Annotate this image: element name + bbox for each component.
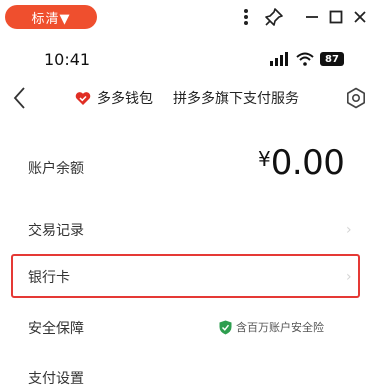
pin-icon[interactable] — [262, 6, 286, 28]
balance-amount: ¥ 0.00 — [258, 143, 345, 183]
wifi-icon — [296, 52, 314, 66]
minimize-icon[interactable] — [302, 6, 322, 28]
selection-highlight — [11, 254, 360, 298]
close-icon[interactable] — [350, 6, 370, 28]
payment-settings-label[interactable]: 支付设置 — [28, 368, 84, 388]
nav-subtitle: 拼多多旗下支付服务 — [173, 91, 299, 107]
gear-icon — [346, 87, 366, 109]
back-button[interactable] — [12, 86, 28, 114]
chevron-right-icon: › — [346, 222, 352, 238]
window-toolbar: 标清▼ — [0, 0, 378, 34]
status-time: 10:41 — [44, 50, 91, 69]
wallet-heart-icon — [75, 91, 91, 105]
transactions-row[interactable]: 交易记录 › — [0, 208, 378, 252]
balance-value: 0.00 — [270, 143, 345, 183]
phone-status-bar: 10:41 87 — [0, 42, 378, 76]
chevron-left-icon — [13, 87, 25, 109]
nav-header: 多多钱包 拼多多旗下支付服务 — [0, 80, 378, 120]
maximize-icon[interactable] — [326, 6, 346, 28]
security-note-group: 含百万账户安全险 — [219, 319, 324, 335]
security-label: 安全保障 — [28, 321, 84, 337]
nav-title-group: 多多钱包 拼多多旗下支付服务 — [75, 88, 299, 108]
settings-button[interactable] — [345, 87, 367, 113]
security-note: 含百万账户安全险 — [236, 321, 324, 334]
signal-icon — [270, 52, 288, 66]
shield-check-icon — [219, 320, 232, 334]
video-quality-button[interactable]: 标清▼ — [5, 5, 97, 29]
more-vertical-icon[interactable] — [240, 6, 252, 28]
status-icons: 87 — [270, 52, 344, 66]
battery-indicator: 87 — [320, 52, 344, 66]
balance-label: 账户余额 — [28, 161, 84, 177]
transactions-label: 交易记录 — [28, 223, 84, 239]
nav-title: 多多钱包 — [97, 91, 153, 107]
balance-currency: ¥ — [258, 147, 271, 171]
